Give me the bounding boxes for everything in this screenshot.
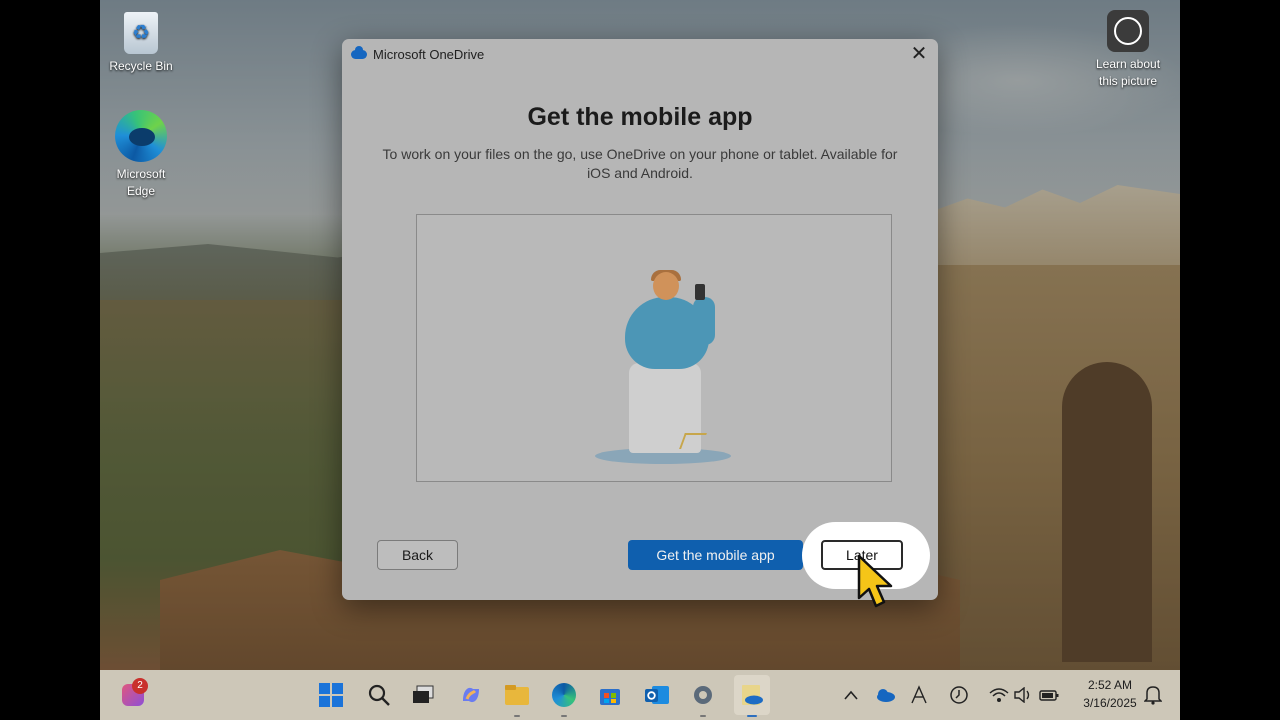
copilot-icon[interactable] (458, 682, 484, 708)
onedrive-icon[interactable] (739, 682, 765, 708)
store-icon[interactable] (597, 682, 623, 708)
desktop-icon-edge[interactable]: Microsoft Edge (100, 110, 186, 200)
input-indicator-icon[interactable] (906, 682, 932, 708)
battery-icon[interactable] (1036, 682, 1062, 708)
clock-date[interactable]: 3/16/2025 (1072, 696, 1148, 710)
phone-icon (695, 284, 705, 300)
dialog-heading: Get the mobile app (527, 103, 753, 131)
volume-icon[interactable] (1010, 682, 1036, 708)
search-icon[interactable] (366, 682, 392, 708)
task-view-icon[interactable] (410, 682, 436, 708)
onedrive-tray-icon[interactable] (872, 682, 898, 708)
settings-icon[interactable] (690, 682, 716, 708)
wifi-icon[interactable] (986, 682, 1012, 708)
outlook-icon[interactable] (644, 682, 670, 708)
desktop-icon-label: Microsoft Edge (116, 167, 166, 198)
edge-icon[interactable] (551, 682, 577, 708)
close-button[interactable]: ✕ (908, 43, 930, 65)
taskbar: 2 2:52 AM 3/16/2025 (100, 670, 1180, 720)
clock-time[interactable]: 2:52 AM (1076, 678, 1144, 692)
back-button[interactable]: Back (377, 540, 458, 570)
dialog-subtext: To work on your files on the go, use One… (382, 146, 898, 181)
mouse-pointer-icon (857, 554, 893, 608)
desktop-icon-label: Recycle Bin (109, 59, 173, 73)
chevron-up-icon[interactable] (838, 682, 864, 708)
notification-badge: 2 (132, 678, 148, 694)
notification-bell-icon[interactable] (1140, 682, 1166, 708)
dialog-app-title: Microsoft OneDrive (373, 46, 485, 62)
start-icon[interactable] (318, 682, 344, 708)
learn-about-picture-icon (1107, 10, 1149, 52)
dialog-titlebar: Microsoft OneDrive ✕ (342, 39, 938, 69)
file-explorer-icon[interactable] (504, 682, 530, 708)
get-mobile-app-button[interactable]: Get the mobile app (628, 540, 803, 570)
mobile-app-illustration (416, 214, 892, 482)
desktop-icon-recycle-bin[interactable]: ♻ Recycle Bin (100, 12, 186, 75)
clock-tray-icon[interactable] (946, 682, 972, 708)
desktop-icon-learn-about-picture[interactable]: Learn about this picture (1083, 10, 1173, 90)
desktop-icon-label: Learn about this picture (1095, 57, 1161, 88)
onedrive-dialog: Microsoft OneDrive ✕ Get the mobile app … (342, 39, 938, 600)
recycle-bin-icon: ♻ (124, 12, 158, 54)
edge-icon (115, 110, 167, 162)
onedrive-cloud-icon (351, 45, 367, 59)
